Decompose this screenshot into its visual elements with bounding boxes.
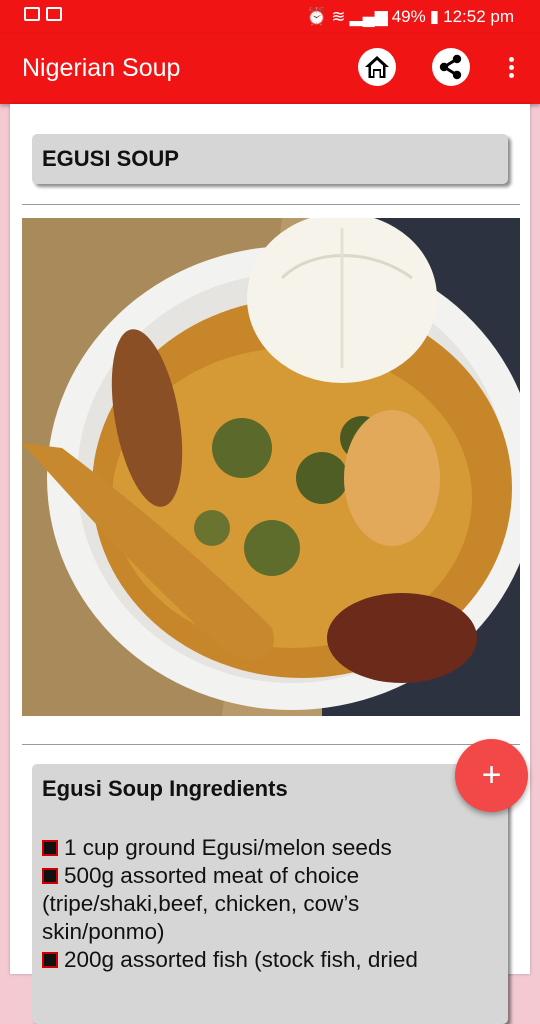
divider-top — [22, 204, 520, 205]
battery-icon: ▮ — [429, 7, 440, 26]
bullet-icon — [42, 840, 58, 856]
content-card: EGUSI SOUP Egusi Soup Ingredients 1 cup … — [10, 104, 530, 1024]
app-bar: Nigerian Soup — [0, 34, 540, 104]
more-vert-icon[interactable] — [502, 54, 520, 84]
ingredients-box: Egusi Soup Ingredients 1 cup ground Egus… — [32, 764, 508, 1024]
status-time: 12:52 pm — [443, 7, 514, 26]
share-button[interactable] — [432, 48, 470, 86]
soup-title: EGUSI SOUP — [42, 146, 179, 171]
gallery-icon — [24, 7, 40, 21]
bullet-icon — [42, 952, 58, 968]
divider-bottom — [22, 744, 520, 745]
wifi-icon: ≋ — [331, 7, 346, 26]
ingredient-item: 200g assorted fish (stock fish, dried — [42, 946, 462, 974]
status-left — [24, 7, 62, 21]
add-fab-button[interactable]: + — [455, 739, 528, 812]
ingredient-item: 1 cup ground Egusi/melon seeds — [42, 834, 462, 862]
home-icon — [365, 56, 389, 78]
soup-title-box: EGUSI SOUP — [32, 134, 508, 184]
ingredient-item: 500g assorted meat of choice (tripe/shak… — [42, 863, 360, 944]
soup-photo — [22, 218, 520, 716]
app-title: Nigerian Soup — [22, 54, 181, 82]
share-icon — [439, 54, 462, 80]
status-bar: ⏰ ≋ ▂▄▆ 49% ▮ 12:52 pm — [0, 0, 540, 34]
gmail-icon — [46, 7, 62, 21]
bullet-icon — [42, 868, 58, 884]
battery-percent: 49% — [391, 7, 426, 26]
plus-icon: + — [481, 756, 502, 794]
ingredients-title: Egusi Soup Ingredients — [42, 776, 288, 801]
signal-icon: ▂▄▆ — [349, 7, 388, 26]
ingredients-list: 1 cup ground Egusi/melon seeds 500g asso… — [42, 834, 462, 974]
egusi-soup-image — [22, 218, 520, 716]
alarm-icon: ⏰ — [306, 7, 328, 26]
home-button[interactable] — [358, 48, 396, 86]
status-right: ⏰ ≋ ▂▄▆ 49% ▮ 12:52 pm — [306, 7, 514, 27]
